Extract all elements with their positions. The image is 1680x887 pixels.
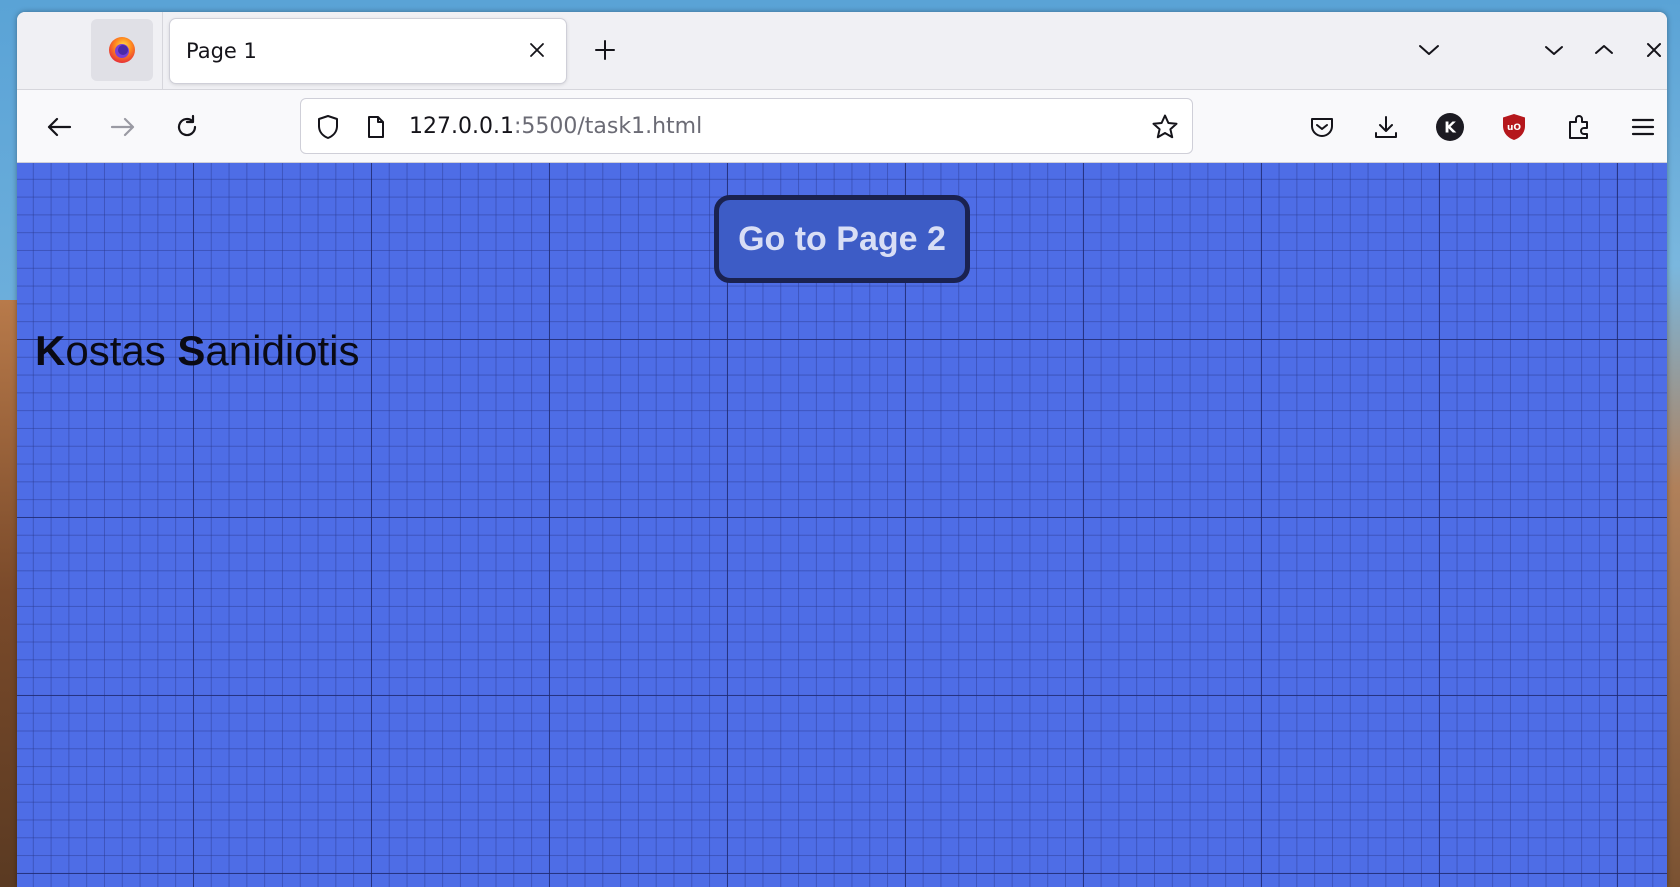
pocket-button[interactable] <box>1302 107 1342 147</box>
chevron-down-icon <box>1419 45 1439 55</box>
firefox-icon <box>109 37 135 63</box>
list-all-tabs-button[interactable] <box>1411 32 1447 68</box>
app-menu-button[interactable] <box>1623 107 1663 147</box>
close-icon <box>1647 43 1661 57</box>
downloads-button[interactable] <box>1366 107 1406 147</box>
bookmark-star-button[interactable] <box>1150 112 1180 142</box>
tracking-protection-button[interactable] <box>313 112 343 142</box>
minimize-icon <box>1545 46 1563 55</box>
window-close-button[interactable] <box>1636 32 1667 68</box>
navigation-toolbar: 127.0.0.1:5500/task1.html K uO <box>17 89 1667 163</box>
site-info-button[interactable] <box>361 112 391 142</box>
firefox-view-button[interactable] <box>91 19 153 81</box>
author-last-rest: anidiotis <box>205 327 360 374</box>
tab-separator <box>162 12 163 89</box>
star-icon <box>1152 114 1178 139</box>
arrow-left-icon <box>47 117 72 137</box>
url-text[interactable]: 127.0.0.1:5500/task1.html <box>409 114 702 139</box>
author-name: Kostas Sanidiotis <box>35 327 360 375</box>
arrow-right-icon <box>110 117 135 137</box>
forward-button[interactable] <box>103 107 143 147</box>
author-first-rest: ostas <box>65 327 178 374</box>
shield-icon <box>318 115 338 139</box>
tab-close-button[interactable] <box>522 35 552 65</box>
url-host: 127.0.0.1 <box>409 114 514 139</box>
reload-icon <box>177 114 197 137</box>
tab-strip: Page 1 <box>17 12 1667 89</box>
author-first-initial: K <box>35 327 66 374</box>
reload-button[interactable] <box>167 107 207 147</box>
extensions-button[interactable] <box>1559 107 1599 147</box>
tab-page-1[interactable]: Page 1 <box>170 19 566 83</box>
pocket-icon <box>1311 118 1333 137</box>
back-button[interactable] <box>39 107 79 147</box>
puzzle-icon <box>1569 115 1588 139</box>
go-to-page-2-button[interactable]: Go to Page 2 <box>714 195 970 283</box>
download-icon <box>1375 116 1397 138</box>
author-last-initial: S <box>177 327 206 374</box>
page-content: Go to Page 2 Kostas Sanidiotis <box>17 163 1667 887</box>
account-initial: K <box>1444 119 1457 137</box>
account-button[interactable]: K <box>1430 107 1470 147</box>
ublock-label: uO <box>1507 123 1521 133</box>
hamburger-menu-icon <box>1631 118 1655 136</box>
ublock-origin-button[interactable]: uO <box>1494 107 1534 147</box>
tab-title: Page 1 <box>186 39 257 63</box>
maximize-icon <box>1595 45 1613 54</box>
account-avatar-icon: K <box>1436 113 1464 141</box>
window-maximize-button[interactable] <box>1586 32 1622 68</box>
plus-icon <box>595 40 615 60</box>
close-icon <box>530 43 544 57</box>
address-bar[interactable]: 127.0.0.1:5500/task1.html <box>300 98 1193 154</box>
url-path: :5500/task1.html <box>513 114 703 139</box>
browser-window: Page 1 127.0.0.1:5500/task1.html K uO Go… <box>17 12 1667 887</box>
new-tab-button[interactable] <box>587 32 623 68</box>
page-icon <box>368 116 384 138</box>
ublock-shield-icon: uO <box>1503 114 1525 140</box>
window-minimize-button[interactable] <box>1536 32 1572 68</box>
